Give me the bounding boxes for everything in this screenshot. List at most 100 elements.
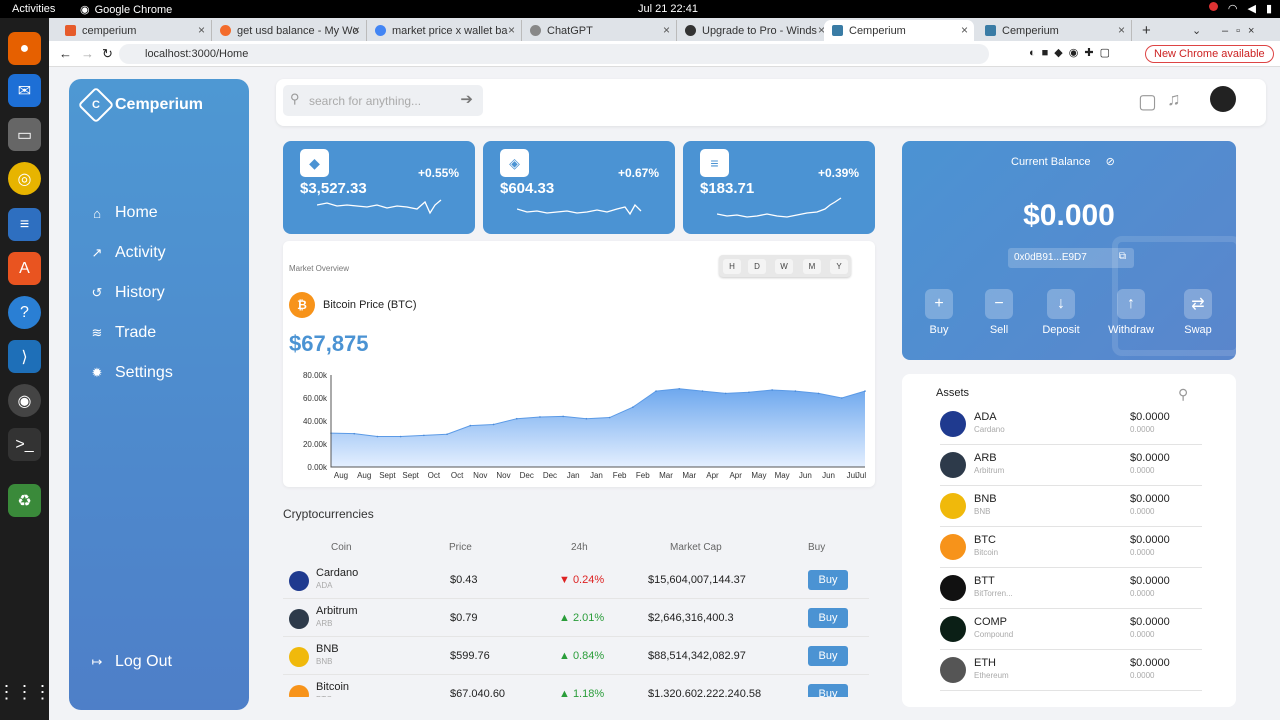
- ticker-card[interactable]: ≡ $183.71 +0.39%: [683, 141, 875, 234]
- arrow-right-icon[interactable]: ➔: [460, 90, 473, 108]
- header: ⚲ search for anything... ➔ ▢ ♫: [276, 79, 1266, 126]
- tab-active[interactable]: Cemperium ×: [824, 20, 974, 41]
- firefox-icon[interactable]: ●: [8, 32, 41, 65]
- forward-icon[interactable]: →: [81, 46, 94, 61]
- tab-label: Upgrade to Pro - Winds: [702, 24, 817, 37]
- tab[interactable]: Upgrade to Pro - Winds ×: [677, 20, 832, 41]
- help-icon[interactable]: ?: [8, 296, 41, 329]
- asset-row[interactable]: ADA Cardano $0.0000 0.0000: [940, 404, 1202, 445]
- address-bar[interactable]: localhost:3000/Home: [119, 44, 989, 64]
- asset-row[interactable]: BTC Bitcoin $0.0000 0.0000: [940, 527, 1202, 568]
- coin-icon: [289, 571, 309, 591]
- chat-icon[interactable]: ▢: [1138, 89, 1157, 114]
- buy-button[interactable]: Buy: [808, 570, 848, 590]
- logout-button[interactable]: ↦ Log Out: [89, 653, 172, 671]
- close-icon[interactable]: ×: [508, 23, 515, 37]
- app-root: C Cemperium ⌂ Home ↗ Activity ↺ History ≋ Tr…: [49, 67, 1280, 720]
- swap-action[interactable]: ⇄ Swap: [1182, 289, 1214, 336]
- ticker-price: $183.71: [700, 180, 755, 197]
- gear-icon: ✹: [91, 365, 103, 380]
- back-icon[interactable]: ←: [59, 46, 72, 61]
- extension-icons[interactable]: ◐■◆◉✚▢: [1029, 46, 1116, 59]
- asset-row[interactable]: COMP Compound $0.0000 0.0000: [940, 609, 1202, 650]
- record-icon: [1208, 2, 1218, 11]
- close-icon[interactable]: ×: [1118, 23, 1125, 37]
- brand[interactable]: C Cemperium: [77, 86, 203, 124]
- tab[interactable]: ChatGPT ×: [522, 20, 677, 41]
- tab-label: Cemperium: [849, 24, 906, 37]
- deposit-action[interactable]: ↓ Deposit: [1037, 289, 1085, 336]
- terminal-icon[interactable]: >_: [8, 428, 41, 461]
- nav-trade[interactable]: ≋ Trade: [89, 324, 157, 342]
- reload-icon[interactable]: ↻: [102, 46, 113, 62]
- sidebar: C Cemperium ⌂ Home ↗ Activity ↺ History ≋ Tr…: [69, 79, 249, 710]
- balance-label: Current Balance: [1011, 156, 1091, 168]
- app-menu[interactable]: ◉ Google Chrome: [80, 3, 172, 17]
- asset-amount: 0.0000: [1130, 466, 1155, 475]
- nav-history[interactable]: ↺ History: [89, 284, 165, 302]
- withdraw-action[interactable]: ↑ Withdraw: [1105, 289, 1157, 336]
- system-tray[interactable]: ◠ ◀ ▮: [1208, 2, 1272, 15]
- ticker-card[interactable]: ◈ $604.33 +0.67%: [483, 141, 675, 234]
- software-icon[interactable]: A: [8, 252, 41, 285]
- sell-action[interactable]: − Sell: [984, 289, 1014, 336]
- writer-icon[interactable]: ≡: [8, 208, 41, 241]
- coin-icon: [940, 534, 966, 560]
- apps-grid-icon[interactable]: ⋮⋮⋮: [0, 676, 52, 709]
- new-tab-button[interactable]: +: [1134, 20, 1164, 41]
- timeframe-button[interactable]: H: [723, 259, 741, 274]
- buy-button[interactable]: Buy: [808, 646, 848, 666]
- eye-off-icon[interactable]: ⊘: [1106, 156, 1115, 168]
- close-icon[interactable]: ×: [353, 23, 360, 37]
- close-icon[interactable]: ×: [663, 23, 670, 37]
- tab[interactable]: Cemperium ×: [977, 20, 1132, 41]
- new-chrome-button[interactable]: New Chrome available: [1145, 45, 1274, 63]
- nav-activity[interactable]: ↗ Activity: [89, 244, 166, 262]
- tab[interactable]: cemperium ×: [57, 20, 212, 41]
- rhythmbox-icon[interactable]: ◎: [8, 162, 41, 195]
- chart-point: [608, 416, 611, 419]
- chart-point: [376, 435, 379, 438]
- column-header: 24h: [571, 542, 588, 553]
- chart-point: [399, 435, 402, 438]
- chart-point: [840, 397, 843, 399]
- asset-usd-value: $0.0000: [1130, 411, 1170, 423]
- bell-icon[interactable]: ♫: [1167, 89, 1181, 110]
- timeframe-button[interactable]: M: [803, 259, 821, 274]
- vscode-icon[interactable]: ⟩: [8, 340, 41, 373]
- activities-button[interactable]: Activities: [12, 3, 55, 15]
- chart-point: [515, 417, 518, 420]
- timeframe-button[interactable]: Y: [830, 259, 848, 274]
- chart-point: [864, 390, 866, 392]
- trash-icon[interactable]: ♻: [8, 484, 41, 517]
- timeframe-button[interactable]: D: [748, 259, 766, 274]
- nav-settings[interactable]: ✹ Settings: [89, 364, 173, 382]
- buy-button[interactable]: Buy: [808, 608, 848, 628]
- tab-search-icon[interactable]: ⌄: [1184, 20, 1204, 41]
- chrome-dock-icon[interactable]: ◉: [8, 384, 41, 417]
- chart-area: [331, 388, 865, 467]
- buy-button[interactable]: Buy: [808, 684, 848, 697]
- buy-action[interactable]: + Buy: [924, 289, 954, 336]
- asset-row[interactable]: BNB BNB $0.0000 0.0000: [940, 486, 1202, 527]
- avatar[interactable]: [1210, 86, 1236, 112]
- coin-title-text: Bitcoin Price (BTC): [323, 299, 417, 311]
- tab[interactable]: get usd balance - My Wo ×: [212, 20, 367, 41]
- asset-row[interactable]: ETH Ethereum $0.0000 0.0000: [940, 650, 1202, 691]
- asset-row[interactable]: ARB Arbitrum $0.0000 0.0000: [940, 445, 1202, 486]
- tab[interactable]: market price x wallet ba ×: [367, 20, 522, 41]
- close-icon[interactable]: ×: [961, 23, 968, 37]
- asset-row[interactable]: BTT BitTorren... $0.0000 0.0000: [940, 568, 1202, 609]
- search-icon[interactable]: ⚲: [1178, 386, 1188, 403]
- close-icon[interactable]: ×: [198, 23, 205, 37]
- wallet-address[interactable]: 0x0dB91...E9D7 ⧉: [1008, 248, 1134, 268]
- clock[interactable]: Jul 21 22:41: [638, 3, 698, 15]
- files-icon[interactable]: ▭: [8, 118, 41, 151]
- timeframe-button[interactable]: W: [775, 259, 793, 274]
- search-input[interactable]: ⚲ search for anything... ➔: [283, 85, 483, 116]
- copy-icon[interactable]: ⧉: [1119, 251, 1126, 262]
- window-controls[interactable]: –▫×: [1214, 20, 1274, 41]
- thunderbird-icon[interactable]: ✉: [8, 74, 41, 107]
- ticker-card[interactable]: ◆ $3,527.33 +0.55%: [283, 141, 475, 234]
- nav-home[interactable]: ⌂ Home: [89, 204, 158, 222]
